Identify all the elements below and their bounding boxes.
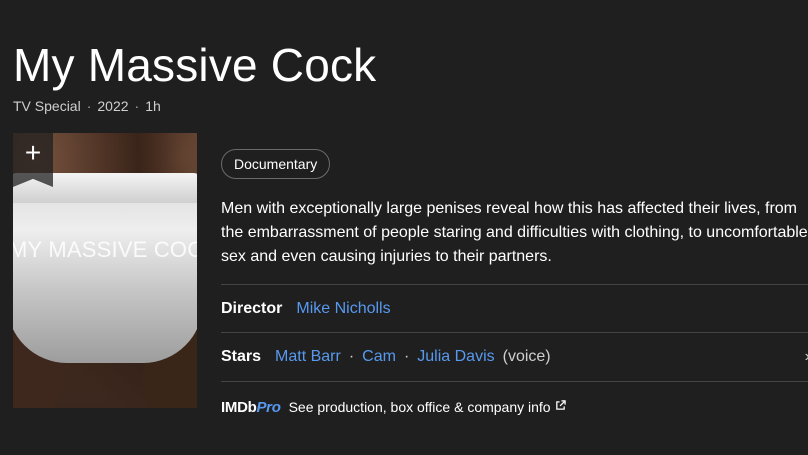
divider [221,284,808,285]
genre-chip[interactable]: Documentary [221,149,331,179]
poster-overlay-text: MY MASSIVE COC [13,237,197,262]
title-meta: TV Special · 2022 · 1h [13,98,161,114]
divider [221,332,808,333]
imdbpro-logo: IMDbPro [221,398,281,416]
list-separator: · [348,348,355,365]
release-year-link[interactable]: 2022 [97,98,128,114]
meta-separator: · [134,98,140,114]
list-separator: · [403,348,410,365]
star-link[interactable]: Julia Davis [417,348,494,366]
imdbpro-row[interactable]: IMDbPro See production, box office & com… [221,395,808,419]
runtime: 1h [145,98,161,114]
title-type: TV Special [13,98,81,114]
meta-separator: · [86,98,92,114]
plot-summary: Men with exceptionally large penises rev… [221,200,808,265]
director-link[interactable]: Mike Nicholls [296,300,390,318]
director-row: Director Mike Nicholls [221,296,808,322]
add-to-watchlist-button[interactable]: + [13,133,53,187]
star-role-note: (voice) [502,348,551,365]
divider [221,381,808,382]
stars-row: Stars Matt Barr · Cam · Julia Davis (voi… [221,344,808,370]
imdbpro-link[interactable]: See production, box office & company inf… [289,399,551,415]
star-link[interactable]: Matt Barr [275,348,341,366]
page-title: My Massive Cock [13,39,377,91]
director-label: Director [221,300,283,317]
external-link-icon [555,400,566,414]
stars-label: Stars [221,348,262,365]
star-link[interactable]: Cam [362,348,396,366]
